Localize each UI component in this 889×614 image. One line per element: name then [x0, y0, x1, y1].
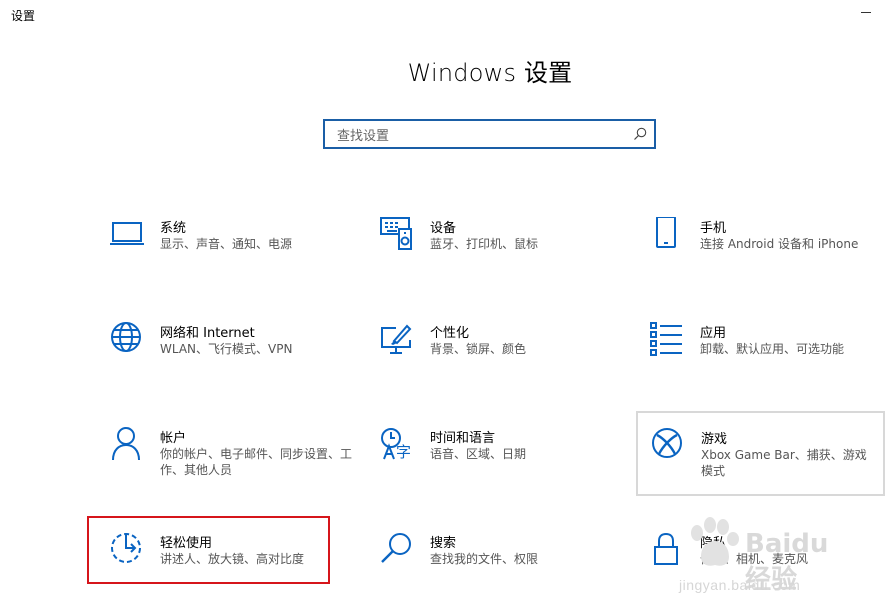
- tile-privacy[interactable]: 隐私 位置、相机、麦克风: [650, 532, 889, 612]
- title-bar: 设置: [0, 0, 889, 30]
- tile-phone[interactable]: 手机 连接 Android 设备和 iPhone: [650, 217, 889, 297]
- time-language-icon: 字: [380, 427, 414, 461]
- svg-text:字: 字: [396, 443, 411, 461]
- phone-icon: [650, 217, 684, 251]
- tile-title: 游戏: [701, 432, 728, 447]
- lock-icon: [650, 532, 684, 566]
- tile-description: 位置、相机、麦克风: [700, 552, 809, 566]
- tile-description: 语音、区域、日期: [430, 447, 527, 461]
- devices-icon: [380, 217, 414, 251]
- tile-search[interactable]: 搜索 查找我的文件、权限: [380, 532, 630, 612]
- tile-time-language[interactable]: 字 时间和语言 语音、区域、日期: [380, 427, 630, 507]
- tile-title: 轻松使用: [160, 536, 213, 551]
- tile-title: 手机: [700, 221, 727, 236]
- tile-devices[interactable]: 设备 蓝牙、打印机、鼠标: [380, 217, 630, 297]
- tile-title: 个性化: [430, 326, 470, 341]
- search-input[interactable]: [335, 125, 629, 147]
- tile-description: 卸载、默认应用、可选功能: [700, 342, 845, 356]
- tile-description: 背景、锁屏、颜色: [430, 342, 527, 356]
- tile-apps[interactable]: 应用 卸载、默认应用、可选功能: [650, 322, 889, 402]
- tile-title: 系统: [160, 221, 187, 236]
- search-icon: [380, 532, 414, 566]
- window-title: 设置: [11, 9, 36, 23]
- personalization-icon: [380, 322, 414, 356]
- tile-accounts[interactable]: 帐户 你的帐户、电子邮件、同步设置、工作、其他人员: [110, 427, 360, 507]
- tile-description: WLAN、飞行模式、VPN: [160, 342, 293, 356]
- ease-of-access-icon: [110, 532, 144, 566]
- search-box[interactable]: [323, 119, 656, 149]
- tile-description: 显示、声音、通知、电源: [160, 237, 293, 251]
- tile-network[interactable]: 网络和 Internet WLAN、飞行模式、VPN: [110, 322, 360, 402]
- tile-gaming[interactable]: 游戏 Xbox Game Bar、捕获、游戏模式: [636, 411, 885, 496]
- tile-description: 蓝牙、打印机、鼠标: [430, 237, 539, 251]
- tile-title: 帐户: [160, 431, 187, 446]
- tile-title: 应用: [700, 326, 727, 341]
- magnifier-icon[interactable]: [632, 126, 648, 142]
- tile-title: 隐私: [700, 536, 727, 551]
- person-icon: [110, 427, 144, 461]
- tile-description: 你的帐户、电子邮件、同步设置、工作、其他人员: [160, 447, 353, 477]
- tile-description: 连接 Android 设备和 iPhone: [700, 237, 859, 251]
- page-title: Windows 设置: [407, 59, 573, 87]
- tile-description: 查找我的文件、权限: [430, 552, 539, 566]
- tile-title: 时间和语言: [430, 431, 496, 446]
- tile-title: 搜索: [430, 536, 457, 551]
- tile-ease-of-access[interactable]: 轻松使用 讲述人、放大镜、高对比度: [110, 532, 360, 612]
- tile-title: 网络和 Internet: [160, 326, 255, 341]
- tile-title: 设备: [430, 221, 457, 236]
- tile-system[interactable]: 系统 显示、声音、通知、电源: [110, 217, 360, 297]
- laptop-icon: [110, 217, 144, 251]
- tile-personalization[interactable]: 个性化 背景、锁屏、颜色: [380, 322, 630, 402]
- tile-description: 讲述人、放大镜、高对比度: [160, 552, 305, 566]
- minimize-button[interactable]: [861, 2, 873, 14]
- tile-description: Xbox Game Bar、捕获、游戏模式: [701, 448, 867, 478]
- globe-icon: [110, 322, 144, 356]
- xbox-icon: [651, 427, 685, 461]
- apps-list-icon: [650, 322, 684, 356]
